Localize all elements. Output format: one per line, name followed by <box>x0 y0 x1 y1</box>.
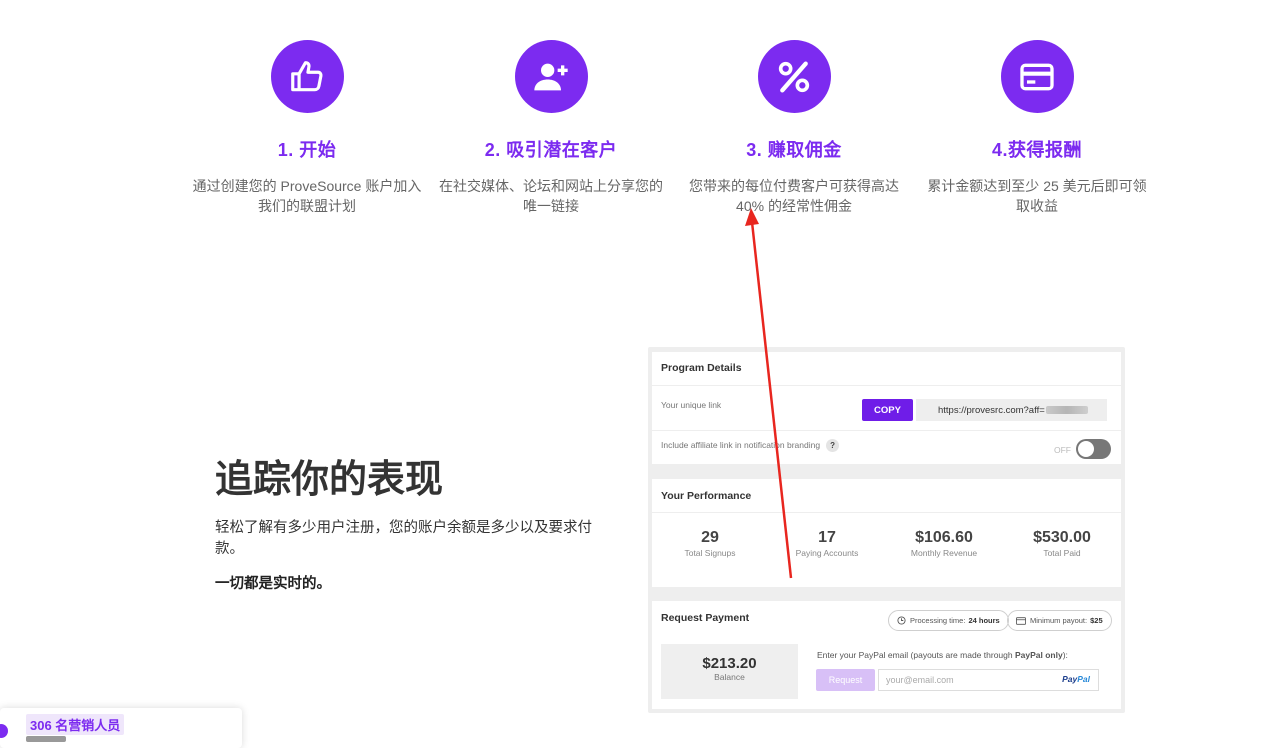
paypal-logo-2: Pal <box>1077 674 1090 684</box>
divider <box>652 512 1121 513</box>
paypal-prompt-bold: PayPal only <box>1014 650 1063 660</box>
balance-box: $213.20 Balance <box>661 644 798 699</box>
section-title: 追踪你的表现 <box>215 459 444 501</box>
divider <box>652 385 1121 386</box>
step-description: 在社交媒体、论坛和网站上分享您的唯一链接 <box>439 178 663 214</box>
paypal-logo-1: Pay <box>1062 674 1078 684</box>
stat-total-signups: 29 Total Signups <box>655 529 765 558</box>
step-3: 3. 赚取佣金 您带来的每位付费客户可获得高达 40% 的经常性佣金 <box>679 40 909 216</box>
credit-card-icon <box>1000 40 1074 113</box>
branding-option: Include affiliate link in notification b… <box>661 439 840 452</box>
stat-value: 17 <box>818 529 836 546</box>
stat-value: $106.60 <box>915 529 973 546</box>
percent-icon <box>757 40 831 113</box>
paypal-prompt-post: ): <box>1062 650 1068 660</box>
unique-link-value: https://provesrc.com?aff= <box>938 404 1045 416</box>
step-1: 1. 开始 通过创建您的 ProveSource 账户加入我们的联盟计划 <box>192 40 422 216</box>
stat-monthly-revenue: $106.60 Monthly Revenue <box>889 529 999 558</box>
request-button[interactable]: Request <box>816 669 875 691</box>
help-icon[interactable]: ? <box>826 439 840 452</box>
step-title: 1. 开始 <box>277 140 337 160</box>
redacted-text <box>1045 406 1088 414</box>
stat-value: $530.00 <box>1033 529 1091 546</box>
social-proof-widget[interactable]: 306 名营销人员 <box>0 708 242 748</box>
balance-label: Balance <box>714 672 745 682</box>
step-4: 4.获得报酬 累计金额达到至少 25 美元后即可领取收益 <box>922 40 1152 216</box>
step-description: 您带来的每位付费客户可获得高达 40% 的经常性佣金 <box>689 178 899 214</box>
paypal-prompt: Enter your PayPal email (payouts are mad… <box>817 650 1068 660</box>
stat-total-paid: $530.00 Total Paid <box>1007 529 1117 558</box>
stat-paying-accounts: 17 Paying Accounts <box>772 529 882 558</box>
processing-label: Processing time: <box>910 616 966 625</box>
stat-label: Total Signups <box>684 548 736 558</box>
processing-value: 24 hours <box>968 616 1000 625</box>
dashboard-preview: Program Details Your unique link COPY ht… <box>648 347 1125 713</box>
program-details-heading: Program Details <box>661 362 742 374</box>
program-details-card: Program Details Your unique link COPY ht… <box>652 352 1121 464</box>
balance-value: $213.20 <box>702 655 757 672</box>
branding-toggle[interactable] <box>1076 439 1111 459</box>
copy-button[interactable]: COPY <box>862 399 913 421</box>
step-description: 通过创建您的 ProveSource 账户加入我们的联盟计划 <box>192 178 422 214</box>
toggle-knob <box>1078 441 1094 457</box>
stat-label: Monthly Revenue <box>910 548 978 558</box>
unique-link-field[interactable]: https://provesrc.com?aff= <box>916 399 1107 421</box>
thumbs-up-icon <box>270 40 344 113</box>
email-placeholder: your@email.com <box>886 675 954 685</box>
realtime-note: 一切都是实时的。 <box>215 576 331 592</box>
toggle-state-label: OFF <box>1054 445 1071 455</box>
performance-card: Your Performance 29 Total Signups 17 Pay… <box>652 479 1121 587</box>
minimum-label: Minimum payout: <box>1030 616 1088 625</box>
user-plus-icon <box>514 40 588 113</box>
section-description: 轻松了解有多少用户注册，您的账户余额是多少以及要求付款。 <box>215 520 592 557</box>
request-payment-heading: Request Payment <box>661 612 750 624</box>
request-payment-card: Request Payment Processing time: 24 hours… <box>652 601 1121 709</box>
step-title: 4.获得报酬 <box>991 140 1082 160</box>
minimum-value: $25 <box>1090 616 1103 625</box>
branding-label: Include affiliate link in notification b… <box>661 439 821 450</box>
step-2: 2. 吸引潜在客户 在社交媒体、论坛和网站上分享您的唯一链接 <box>436 40 666 216</box>
stat-value: 29 <box>701 529 719 546</box>
step-title: 3. 赚取佣金 <box>746 140 842 160</box>
paypal-prompt-pre: Enter your PayPal email (payouts are mad… <box>817 650 1015 660</box>
widget-avatar <box>0 724 8 738</box>
processing-time-badge: Processing time: 24 hours <box>888 610 1009 631</box>
unique-link-label: Your unique link <box>661 400 722 410</box>
clock-icon <box>897 616 906 625</box>
marketer-count: 306 名营销人员 <box>26 714 125 735</box>
widget-subtext <box>26 736 66 742</box>
stat-label: Total Paid <box>1043 548 1081 558</box>
paypal-email-input[interactable]: your@email.com PayPal <box>878 669 1099 691</box>
minimum-payout-badge: Minimum payout: $25 <box>1007 610 1112 631</box>
divider <box>652 430 1121 431</box>
paypal-logo: PayPal <box>1062 674 1090 684</box>
performance-heading: Your Performance <box>661 490 752 502</box>
card-icon <box>1016 616 1026 625</box>
step-description: 累计金额达到至少 25 美元后即可领取收益 <box>927 178 1147 214</box>
stat-label: Paying Accounts <box>795 548 859 558</box>
step-title: 2. 吸引潜在客户 <box>484 140 618 160</box>
